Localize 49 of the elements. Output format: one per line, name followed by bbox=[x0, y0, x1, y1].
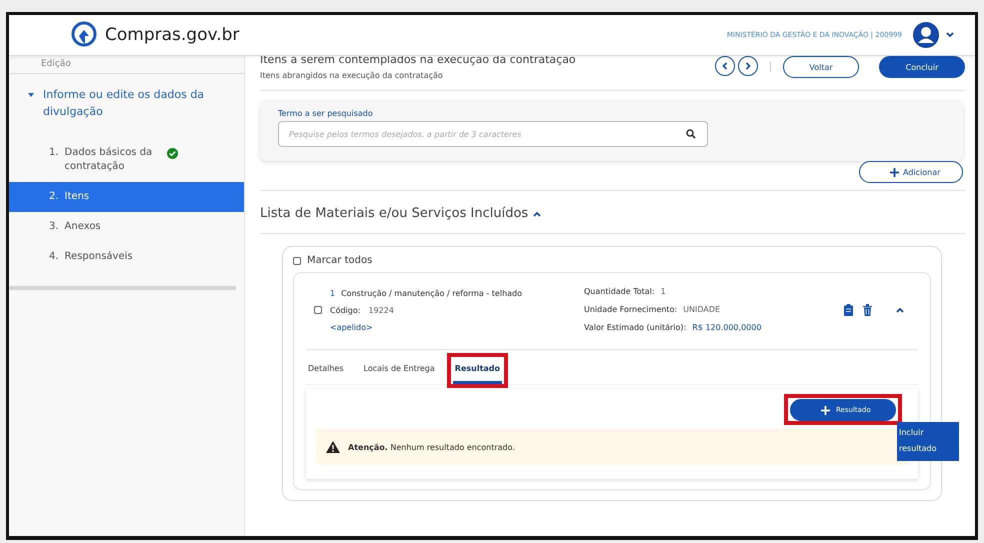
tab[interactable]: Locais de Entrega bbox=[362, 358, 437, 384]
code-label: Código: bbox=[330, 306, 360, 314]
chevron-up-icon[interactable] bbox=[896, 307, 904, 313]
item-name: Construção / manutenção / reforma - telhado bbox=[341, 288, 522, 298]
warning-icon bbox=[326, 441, 340, 453]
chevron-right-icon bbox=[744, 62, 752, 70]
field-label: Unidade Fornecimento: bbox=[584, 305, 678, 314]
checkbox[interactable] bbox=[314, 306, 322, 314]
chevron-down-icon[interactable] bbox=[945, 31, 955, 39]
tooltip: Incluir resultado bbox=[897, 422, 959, 461]
next-button[interactable] bbox=[738, 56, 758, 76]
alert-message: Atenção. Nenhum resultado encontrado. bbox=[348, 442, 515, 452]
item-number: 1 bbox=[330, 288, 336, 298]
page-subtitle: Itens abrangidos na execução da contratação bbox=[260, 71, 444, 80]
chevron-left-icon bbox=[721, 62, 729, 70]
field-label: Valor Estimado (unitário): bbox=[584, 323, 686, 332]
trash-icon[interactable] bbox=[863, 304, 872, 316]
plus-icon bbox=[821, 406, 830, 414]
select-all-label: Marcar todos bbox=[307, 255, 372, 266]
previous-button[interactable] bbox=[715, 56, 735, 76]
field-value: R$ 120.000,0000 bbox=[692, 323, 762, 332]
checkbox[interactable] bbox=[293, 256, 301, 264]
search-field[interactable]: Pesquise pelos termos desejados, a partir de 3 caracteres bbox=[278, 121, 708, 147]
section-label: Edição bbox=[9, 56, 244, 74]
plus-icon bbox=[890, 168, 899, 176]
list-title: Lista de Materiais e/ou Serviços Incluídos bbox=[260, 206, 528, 221]
logo-text: Compras.gov.br bbox=[105, 25, 240, 45]
nickname-link[interactable]: <apelido> bbox=[330, 322, 373, 332]
caret-down-icon[interactable] bbox=[27, 91, 35, 99]
group-label[interactable]: Informe ou edite os dados da divulgação bbox=[43, 86, 224, 120]
nav-item[interactable]: 1. Dados básicos da contratação bbox=[9, 138, 244, 182]
finish-button[interactable]: Concluir bbox=[879, 56, 965, 78]
search-label: Termo a ser pesquisado bbox=[278, 109, 374, 118]
search-icon[interactable] bbox=[686, 129, 696, 139]
add-button[interactable]: Adicionar bbox=[859, 161, 963, 183]
tab[interactable]: Detalhes bbox=[306, 358, 346, 384]
tab[interactable]: Resultado bbox=[452, 358, 502, 384]
nav-item[interactable]: 3. Anexos bbox=[9, 212, 244, 242]
field-value: 1 bbox=[660, 287, 666, 296]
nav-item[interactable]: 2. Itens bbox=[9, 182, 244, 212]
avatar-icon[interactable] bbox=[912, 21, 940, 49]
code-value: 19224 bbox=[368, 306, 394, 314]
field-label: Quantidade Total: bbox=[584, 287, 655, 296]
nav-item[interactable]: 4. Responsáveis bbox=[9, 242, 244, 272]
back-button[interactable]: Voltar bbox=[783, 56, 859, 78]
clipboard-icon[interactable] bbox=[844, 304, 853, 316]
page-title: Itens a serem contemplados na execução da contratação bbox=[260, 53, 577, 66]
field-value: UNIDADE bbox=[683, 305, 720, 314]
chevron-up-icon[interactable] bbox=[533, 210, 542, 216]
